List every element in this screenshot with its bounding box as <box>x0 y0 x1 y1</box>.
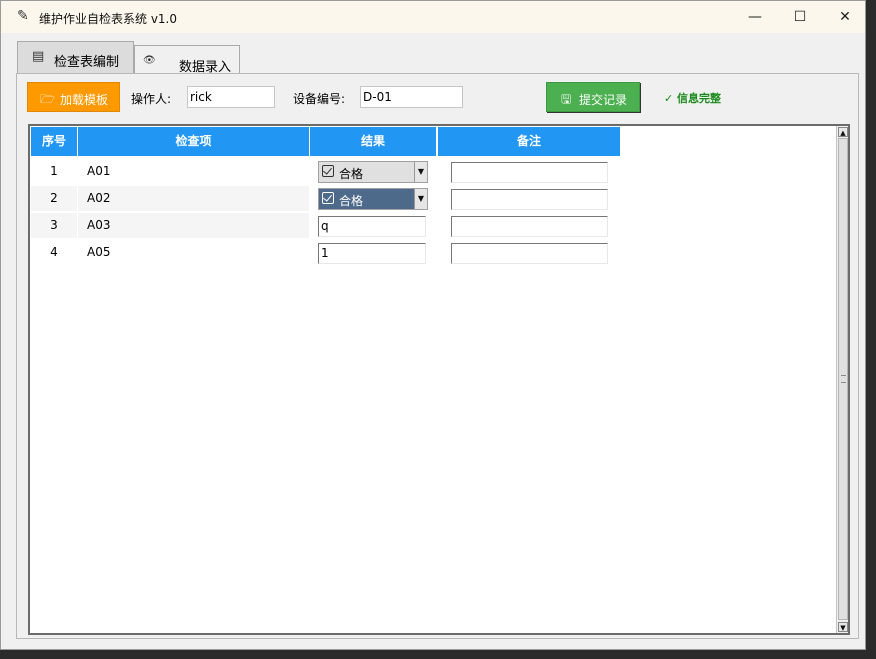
result-combobox[interactable]: 合格 ▼ <box>318 188 428 210</box>
load-template-label: 加载模板 <box>60 93 109 107</box>
folder-icon: 🗁 <box>40 92 55 106</box>
status-text: ✓ 信息完整 <box>664 92 722 105</box>
note-input[interactable] <box>451 189 608 210</box>
table-row: 2 A02 合格 ▼ <box>31 186 621 211</box>
feather-icon: ✎ <box>17 8 29 24</box>
column-header-item: 检查项 <box>78 127 309 156</box>
device-id-input[interactable]: D-01 <box>360 86 463 108</box>
title-bar: ✎ 维护作业自检表系统 v1.0 — ☐ ✕ <box>1 1 865 33</box>
checkbox-icon <box>322 165 334 177</box>
submit-record-label: 提交记录 <box>579 93 628 107</box>
column-header-result: 结果 <box>310 127 436 156</box>
operator-label: 操作人: <box>131 92 172 106</box>
row-seq: 4 <box>50 245 58 259</box>
operator-input[interactable]: rick <box>187 86 275 108</box>
row-seq: 1 <box>50 164 58 178</box>
device-id-label: 设备编号: <box>293 92 346 106</box>
tab-bar: ▤ 检查表编制 👁 数据录入 <box>1 33 865 75</box>
eye-icon: 👁 <box>143 55 156 66</box>
scrollbar-thumb[interactable] <box>838 138 848 620</box>
save-icon: 🖫 <box>561 92 572 106</box>
tab-data-entry[interactable]: 👁 数据录入 <box>134 45 240 75</box>
row-item: A03 <box>78 213 309 238</box>
note-input[interactable] <box>451 162 608 183</box>
table-row: 3 A03 q <box>31 213 621 238</box>
result-input[interactable]: q <box>318 216 426 237</box>
scroll-up-icon[interactable]: ▲ <box>838 127 848 137</box>
checkbox-icon <box>322 192 334 204</box>
table-row: 1 A01 合格 ▼ <box>31 159 621 184</box>
window-title: 维护作业自检表系统 v1.0 <box>39 12 178 26</box>
dropdown-arrow-icon[interactable]: ▼ <box>414 189 427 209</box>
result-input[interactable]: 1 <box>318 243 426 264</box>
grip-icon <box>841 375 846 383</box>
note-input[interactable] <box>451 216 608 237</box>
row-seq: 2 <box>31 186 77 211</box>
column-header-note: 备注 <box>438 127 620 156</box>
result-value: 合格 <box>339 194 364 208</box>
checklist-table[interactable]: 序号 检查项 结果 备注 1 A01 合格 ▼ 2 A02 合格 ▼ 3 A03… <box>28 124 850 635</box>
dropdown-arrow-icon[interactable]: ▼ <box>414 162 427 182</box>
close-button[interactable]: ✕ <box>822 1 868 33</box>
row-item: A05 <box>87 245 111 259</box>
note-input[interactable] <box>451 243 608 264</box>
submit-record-button[interactable]: 🖫 提交记录 <box>546 82 640 112</box>
tab-checklist-editor[interactable]: ▤ 检查表编制 <box>17 41 134 73</box>
minimize-button[interactable]: — <box>732 1 778 33</box>
maximize-button[interactable]: ☐ <box>777 1 823 33</box>
vertical-scrollbar[interactable]: ▲ ▼ <box>836 126 848 633</box>
data-entry-panel: 🗁 加载模板 操作人: rick 设备编号: D-01 🖫 提交记录 ✓ 信息完… <box>16 73 859 639</box>
load-template-button[interactable]: 🗁 加载模板 <box>27 82 120 112</box>
row-item: A01 <box>87 164 111 178</box>
row-item: A02 <box>78 186 309 211</box>
result-value: 合格 <box>339 167 364 181</box>
tab-label: 检查表编制 <box>54 55 120 70</box>
column-header-seq: 序号 <box>31 127 77 156</box>
clipboard-icon: ▤ <box>32 49 45 64</box>
result-combobox[interactable]: 合格 ▼ <box>318 161 428 183</box>
table-row: 4 A05 1 <box>31 240 621 265</box>
scroll-down-icon[interactable]: ▼ <box>838 622 848 632</box>
row-seq: 3 <box>31 213 77 238</box>
